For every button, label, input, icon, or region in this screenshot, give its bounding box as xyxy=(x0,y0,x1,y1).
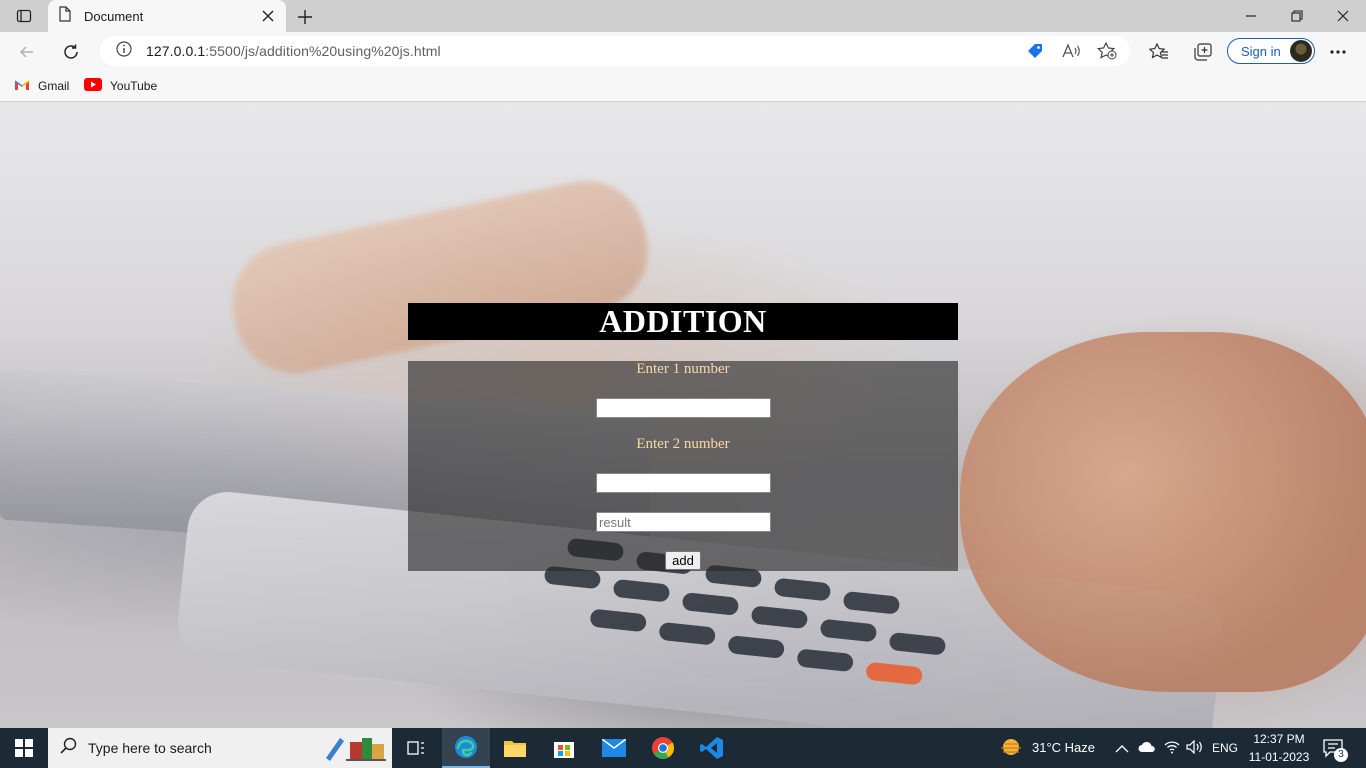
url-path: :5500/js/addition%20using%20js.html xyxy=(205,43,441,59)
clock[interactable]: 12:37 PM 11-01-2023 xyxy=(1244,730,1314,766)
microsoft-store-icon[interactable] xyxy=(540,728,588,768)
bookmark-gmail[interactable]: Gmail xyxy=(14,76,69,96)
bookmark-label: YouTube xyxy=(110,79,158,93)
new-tab-button[interactable] xyxy=(294,6,316,28)
browser-toolbar: 127.0.0.1:5500/js/addition%20using%20js.… xyxy=(0,32,1366,70)
add-favorite-icon[interactable] xyxy=(1096,41,1118,61)
background-hand xyxy=(221,169,659,385)
background-hand-right xyxy=(960,332,1366,692)
tab-title: Document xyxy=(84,8,144,24)
restore-button[interactable] xyxy=(1274,0,1320,32)
youtube-icon xyxy=(84,78,102,94)
windows-start-icon[interactable] xyxy=(0,728,48,768)
chrome-icon[interactable] xyxy=(639,728,687,768)
avatar xyxy=(1290,40,1312,62)
mail-icon[interactable] xyxy=(590,728,638,768)
tab-actions-icon[interactable] xyxy=(10,6,38,26)
tab-strip: Document xyxy=(0,0,1366,32)
browser-tab[interactable]: Document xyxy=(48,0,286,32)
back-arrow-icon[interactable] xyxy=(14,39,40,65)
edge-app-icon[interactable] xyxy=(442,728,490,768)
search-placeholder: Type here to search xyxy=(88,740,212,756)
document-icon xyxy=(58,5,72,27)
second-number-label: Enter 2 number xyxy=(636,436,730,452)
weather-text[interactable]: 31°C Haze xyxy=(1032,740,1095,755)
bookmark-label: Gmail xyxy=(38,79,70,93)
sign-in-button[interactable]: Sign in xyxy=(1227,38,1315,64)
vscode-icon[interactable] xyxy=(688,728,736,768)
bookmark-youtube[interactable]: YouTube xyxy=(84,76,157,96)
addition-form: Enter 1 number Enter 2 number add xyxy=(408,361,958,571)
taskbar-search[interactable]: Type here to search xyxy=(48,728,392,768)
refresh-icon[interactable] xyxy=(58,39,84,65)
first-number-input[interactable] xyxy=(596,398,771,418)
shopping-tag-icon[interactable] xyxy=(1024,41,1046,61)
close-window-button[interactable] xyxy=(1320,0,1366,32)
page-background: ADDITION Enter 1 number Enter 2 number a… xyxy=(0,102,1366,728)
search-icon xyxy=(60,737,78,760)
close-tab-icon[interactable] xyxy=(260,8,276,24)
minimize-button[interactable] xyxy=(1228,0,1274,32)
favorites-icon[interactable] xyxy=(1146,39,1172,65)
weather-icon[interactable] xyxy=(998,736,1024,763)
second-number-input[interactable] xyxy=(596,473,771,493)
address-bar[interactable]: 127.0.0.1:5500/js/addition%20using%20js.… xyxy=(100,36,1130,66)
gmail-icon xyxy=(14,79,30,94)
taskbar: Type here to search 31°C Haze ENG 12:37 … xyxy=(0,728,1366,768)
search-highlight-icon xyxy=(320,732,388,764)
collections-icon[interactable] xyxy=(1190,39,1216,65)
url-host: 127.0.0.1 xyxy=(146,43,206,59)
result-input[interactable] xyxy=(596,512,771,532)
notification-icon[interactable]: 3 xyxy=(1322,738,1350,762)
clock-time: 12:37 PM xyxy=(1253,732,1305,746)
onedrive-cloud-icon[interactable] xyxy=(1138,740,1156,758)
chevron-up-icon[interactable] xyxy=(1115,741,1129,759)
sign-in-label: Sign in xyxy=(1241,43,1281,59)
info-icon[interactable] xyxy=(116,40,132,62)
volume-icon[interactable] xyxy=(1186,739,1204,759)
read-aloud-icon[interactable] xyxy=(1060,41,1082,61)
bookmarks-bar: Gmail YouTube xyxy=(0,70,1366,102)
page-title: ADDITION xyxy=(408,303,958,340)
url-text: 127.0.0.1:5500/js/addition%20using%20js.… xyxy=(146,43,441,59)
file-explorer-icon[interactable] xyxy=(491,728,539,768)
task-view-icon[interactable] xyxy=(392,728,440,768)
clock-date: 11-01-2023 xyxy=(1248,750,1310,764)
language-indicator[interactable]: ENG xyxy=(1212,741,1238,755)
add-button[interactable]: add xyxy=(665,551,701,570)
notification-count: 3 xyxy=(1334,748,1348,762)
more-options-icon[interactable] xyxy=(1325,39,1351,65)
first-number-label: Enter 1 number xyxy=(636,361,730,377)
wifi-icon[interactable] xyxy=(1164,740,1180,759)
